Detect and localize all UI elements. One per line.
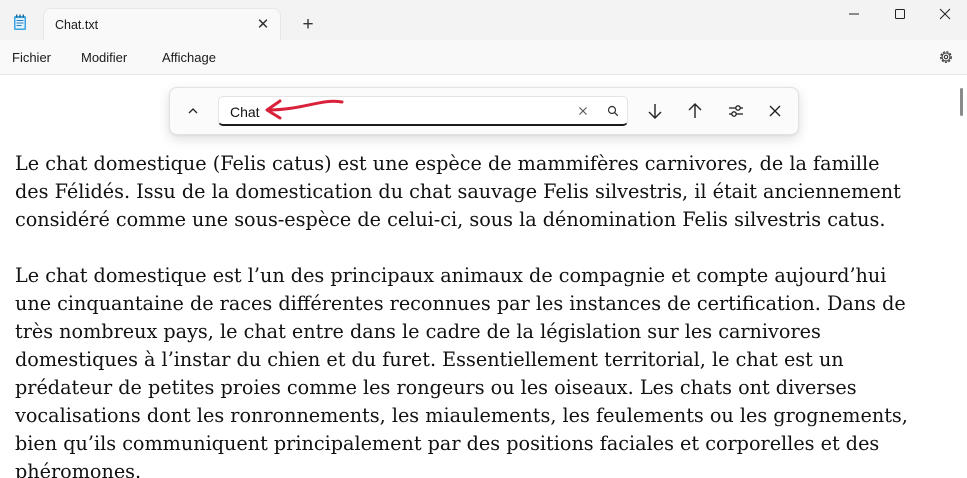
options-sliders-icon (729, 105, 743, 117)
text-line: des Félidés. Issu de la domestication du… (15, 180, 901, 203)
arrow-up-icon (688, 103, 702, 118)
text-line: une cinquantaine de races différentes re… (15, 292, 906, 315)
tab-title: Chat.txt (55, 18, 99, 32)
close-icon (939, 8, 951, 20)
text-line: Le chat domestique (Felis catus) est une… (15, 152, 880, 175)
tab-chat-txt[interactable]: Chat.txt ✕ (44, 9, 280, 41)
notepad-window: Chat.txt ✕ + Fichier Modifier Affichage (0, 0, 967, 478)
find-input[interactable]: Chat (218, 96, 628, 126)
settings-gear-icon[interactable] (938, 49, 954, 65)
paragraph-2: Le chat domestique est l’un des principa… (15, 262, 960, 478)
search-button[interactable] (601, 99, 625, 123)
menu-bar: Fichier Modifier Affichage (0, 40, 967, 75)
new-tab-button[interactable]: + (298, 15, 318, 35)
find-previous-button[interactable] (683, 99, 707, 123)
document-text[interactable]: Le chat domestique (Felis catus) est une… (15, 150, 960, 478)
find-options-button[interactable] (724, 99, 748, 123)
tab-close-button[interactable]: ✕ (255, 17, 271, 33)
collapse-replace-button[interactable] (181, 99, 205, 123)
paragraph-1: Le chat domestique (Felis catus) est une… (15, 150, 960, 234)
find-panel: Chat (169, 87, 799, 135)
find-next-button[interactable] (643, 99, 667, 123)
arrow-down-icon (648, 104, 662, 119)
close-icon (769, 105, 781, 117)
text-line: domestiques à l’instar du chien et du fu… (15, 348, 844, 371)
text-line: phéromones. (15, 460, 142, 478)
title-bar: Chat.txt ✕ + (0, 0, 967, 41)
maximize-button[interactable] (877, 3, 923, 25)
menu-fichier[interactable]: Fichier (12, 50, 51, 65)
close-find-button[interactable] (763, 99, 787, 123)
notepad-icon (14, 14, 26, 30)
text-line: très nombreux pays, le chat entre dans l… (15, 320, 821, 343)
chevron-up-icon (188, 108, 198, 114)
text-line: bien qu’ils communiquent principalement … (15, 432, 880, 455)
maximize-icon (895, 9, 905, 19)
close-window-button[interactable] (922, 3, 967, 25)
text-line: Le chat domestique est l’un des principa… (15, 264, 887, 287)
text-line: prédateur de petites proies comme les ro… (15, 376, 857, 399)
clear-icon (579, 107, 587, 115)
minimize-icon (849, 13, 859, 15)
menu-affichage[interactable]: Affichage (162, 50, 216, 65)
minimize-button[interactable] (831, 3, 877, 25)
vertical-scrollbar-thumb[interactable] (960, 88, 963, 116)
search-icon (607, 105, 619, 117)
text-line: considéré comme une sous-espèce de celui… (15, 208, 886, 231)
find-input-value: Chat (230, 104, 260, 120)
clear-find-button[interactable] (571, 99, 595, 123)
text-line: vocalisations dont les ronronnements, le… (15, 404, 908, 427)
menu-modifier[interactable]: Modifier (81, 50, 127, 65)
